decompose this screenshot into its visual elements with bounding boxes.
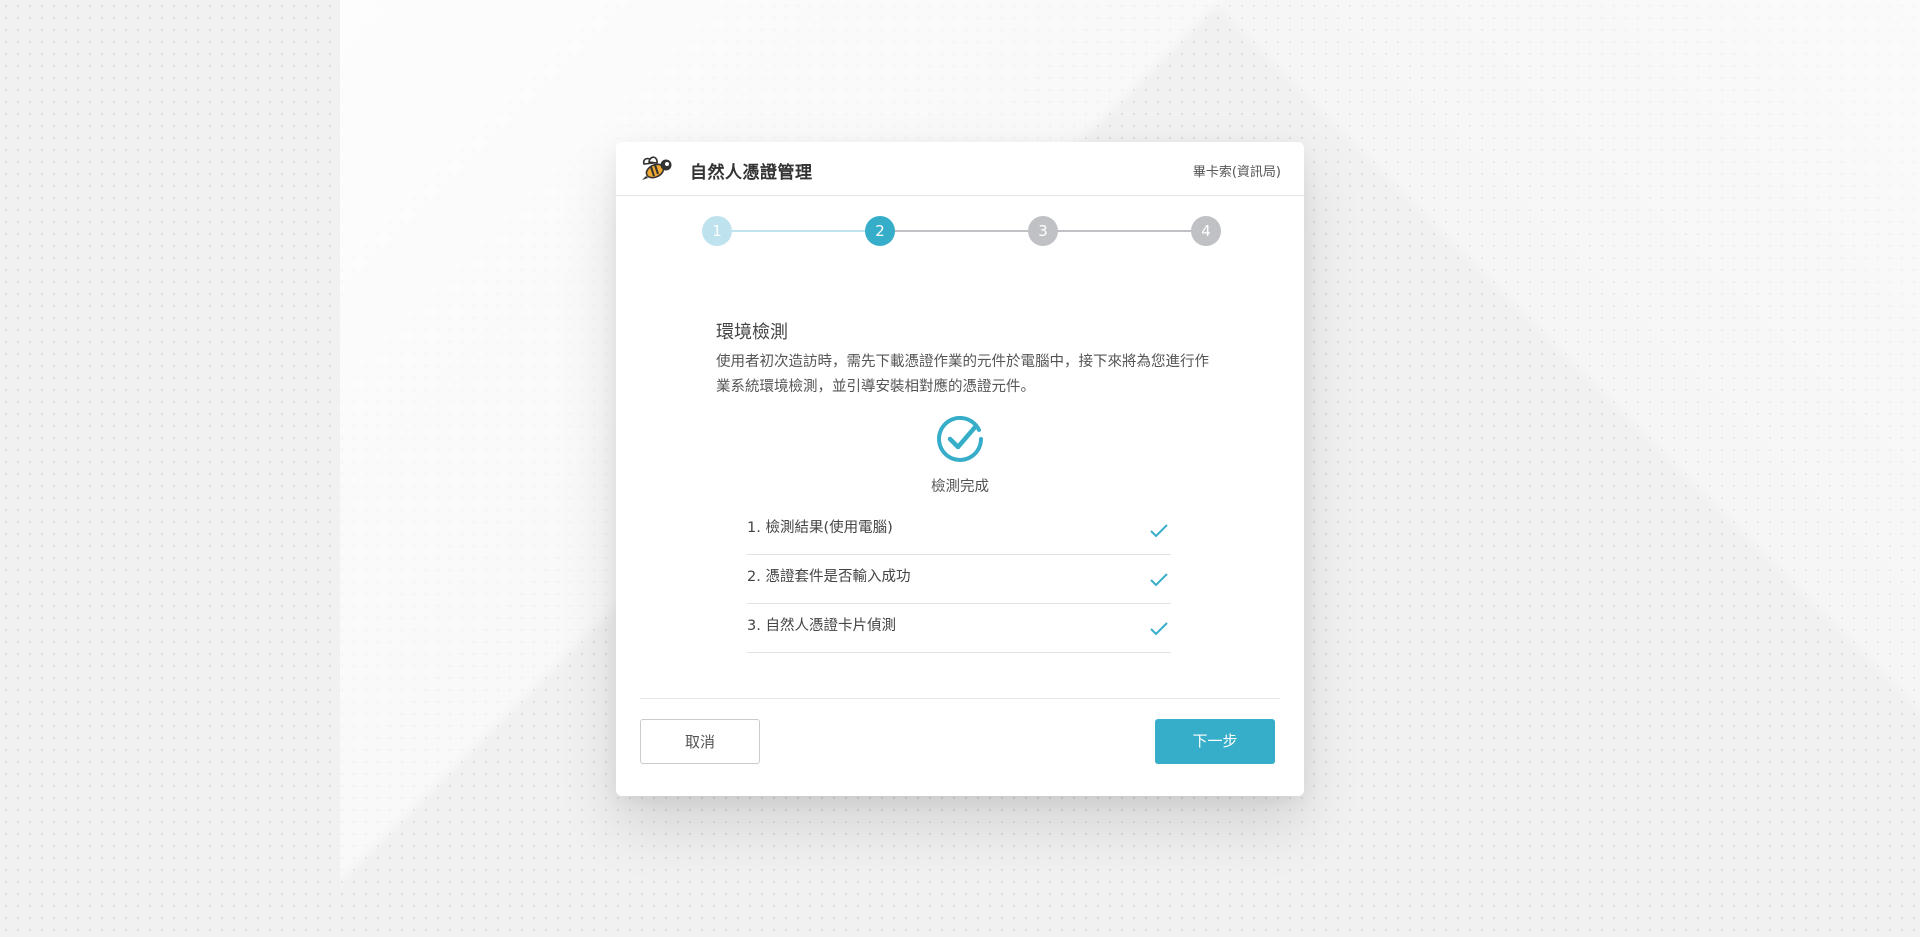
- step-1: 1: [702, 216, 732, 246]
- user-label: 畢卡索(資訊局): [1192, 165, 1281, 180]
- check-circle-icon: [937, 415, 983, 462]
- list-item: 2. 憑證套件是否輸入成功: [747, 555, 1171, 604]
- section-title: 環境檢測: [716, 322, 788, 343]
- stepper: 1 2 3 4: [702, 216, 1221, 246]
- step-3: 3: [1028, 216, 1058, 246]
- cancel-button[interactable]: 取消: [640, 719, 760, 764]
- certificate-management-dialog: 自然人憑證管理 畢卡索(資訊局) 1 2 3 4 環境檢測 使用者初次造訪時，需…: [616, 142, 1304, 796]
- status-text: 檢測完成: [931, 479, 989, 495]
- check-item-label: 2. 憑證套件是否輸入成功: [747, 569, 911, 585]
- check-icon: [1150, 622, 1168, 636]
- footer-divider: [640, 698, 1280, 699]
- check-icon: [1150, 573, 1168, 587]
- check-item-label: 1. 檢測結果(使用電腦): [747, 520, 893, 536]
- list-item: 3. 自然人憑證卡片偵測: [747, 604, 1171, 653]
- step-4: 4: [1191, 216, 1221, 246]
- check-icon: [1150, 524, 1168, 538]
- dialog-header: 自然人憑證管理 畢卡索(資訊局): [616, 142, 1304, 196]
- step-2: 2: [865, 216, 895, 246]
- list-item: 1. 檢測結果(使用電腦): [747, 506, 1171, 555]
- check-item-label: 3. 自然人憑證卡片偵測: [747, 618, 896, 634]
- step-connector-2: [880, 230, 1043, 232]
- next-step-button[interactable]: 下一步: [1155, 719, 1275, 764]
- step-connector-3: [1043, 230, 1206, 232]
- check-list: 1. 檢測結果(使用電腦) 2. 憑證套件是否輸入成功 3. 自然人憑證卡片偵測: [747, 506, 1171, 653]
- step-connector-1: [717, 230, 880, 232]
- bee-icon: [642, 156, 672, 180]
- section-description: 使用者初次造訪時，需先下載憑證作業的元件於電腦中，接下來將為您進行作業系統環境檢…: [716, 354, 1209, 395]
- app-title: 自然人憑證管理: [690, 163, 813, 183]
